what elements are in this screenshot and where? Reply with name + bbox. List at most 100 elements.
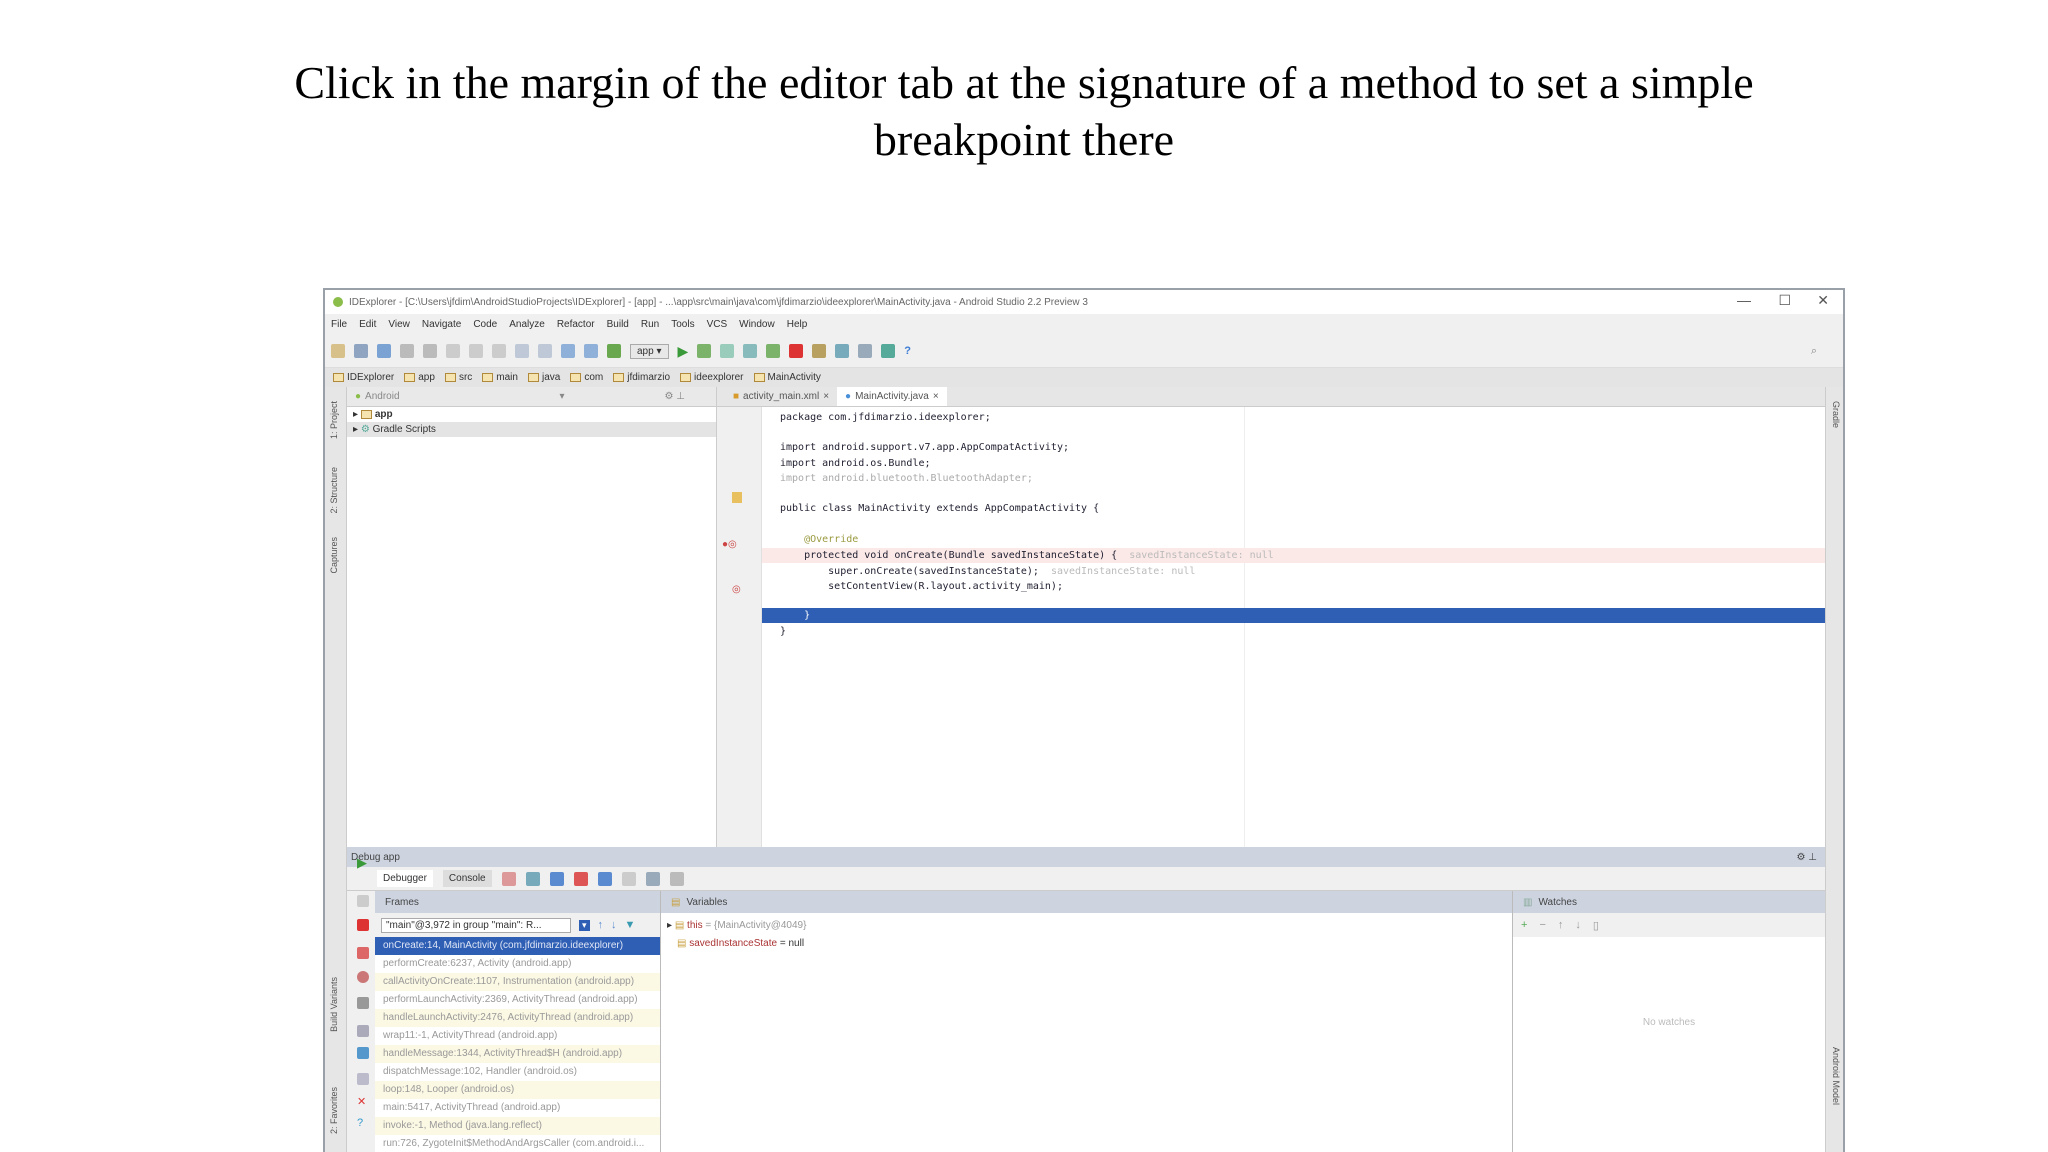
step-over-icon[interactable]	[525, 871, 540, 886]
filter-icon[interactable]: ▼	[625, 919, 636, 931]
run-to-cursor-icon[interactable]	[621, 871, 636, 886]
breadcrumb-item[interactable]: java	[527, 372, 560, 383]
step-into-icon[interactable]	[549, 871, 564, 886]
frame-row[interactable]: performLaunchActivity:2369, ActivityThre…	[375, 991, 660, 1009]
menu-code[interactable]: Code	[473, 319, 497, 330]
redo-icon[interactable]	[423, 344, 437, 358]
menu-window[interactable]: Window	[739, 319, 775, 330]
menu-navigate[interactable]: Navigate	[422, 319, 461, 330]
evaluate-expression-icon[interactable]	[645, 871, 660, 886]
frame-row[interactable]: handleMessage:1344, ActivityThread$H (an…	[375, 1045, 660, 1063]
mute-breakpoints-icon[interactable]	[357, 971, 369, 983]
frame-row[interactable]: onCreate:14, MainActivity (com.jfdimarzi…	[375, 937, 660, 955]
back-icon[interactable]	[561, 344, 575, 358]
breadcrumb-item[interactable]: src	[444, 372, 472, 383]
project-tool-tab[interactable]: 1: Project	[329, 401, 339, 439]
sync-icon[interactable]	[377, 344, 391, 358]
save-icon[interactable]	[354, 344, 368, 358]
panel-settings-icon[interactable]: ⚙ ⊥	[665, 391, 685, 402]
run-icon[interactable]: ▶	[678, 343, 689, 360]
search-icon[interactable]: ⌕	[1811, 345, 1817, 358]
breadcrumb-item[interactable]: jfdimarzio	[613, 372, 670, 383]
menu-edit[interactable]: Edit	[359, 319, 376, 330]
undo-icon[interactable]	[400, 344, 414, 358]
variable-row[interactable]: ▸ ▤ this = {MainActivity@4049}	[667, 917, 1506, 935]
move-down-icon[interactable]: ↓	[1575, 919, 1581, 931]
breadcrumb-item[interactable]: ideexplorer	[680, 372, 744, 383]
frame-row[interactable]: loop:148, Looper (android.os)	[375, 1081, 660, 1099]
help-icon[interactable]: ?	[357, 1117, 369, 1129]
menu-vcs[interactable]: VCS	[707, 319, 728, 330]
frame-row[interactable]: dispatchMessage:102, Handler (android.os…	[375, 1063, 660, 1081]
stop-icon[interactable]	[789, 344, 804, 358]
frame-row[interactable]: callActivityOnCreate:1107, Instrumentati…	[375, 973, 660, 991]
breakpoint-icon[interactable]: ●◎	[722, 539, 737, 550]
menu-analyze[interactable]: Analyze	[509, 319, 545, 330]
device-monitor-icon[interactable]	[858, 344, 873, 358]
resume-icon[interactable]: ▶	[357, 855, 369, 870]
menu-tools[interactable]: Tools	[671, 319, 694, 330]
frame-row[interactable]: main:5417, ActivityThread (android.app)	[375, 1099, 660, 1117]
menu-view[interactable]: View	[388, 319, 410, 330]
thread-dropdown-icon[interactable]: ▾	[579, 919, 590, 931]
breadcrumb-item[interactable]: app	[404, 372, 435, 383]
pin-icon[interactable]	[357, 1073, 369, 1085]
apply-changes-icon[interactable]	[697, 344, 712, 358]
variable-row[interactable]: ▤ savedInstanceState = null	[667, 935, 1506, 953]
build-variants-tool-tab[interactable]: Build Variants	[329, 977, 339, 1032]
debug-icon[interactable]	[720, 344, 735, 358]
remove-watch-icon[interactable]: −	[1539, 919, 1545, 931]
copy-icon[interactable]	[469, 344, 483, 358]
menu-build[interactable]: Build	[607, 319, 629, 330]
debug-settings-icon[interactable]: ⚙ ⊥	[1797, 852, 1817, 863]
menu-run[interactable]: Run	[641, 319, 659, 330]
frame-row[interactable]: wrap11:-1, ActivityThread (android.app)	[375, 1027, 660, 1045]
breakpoint-icon[interactable]: ◎	[732, 584, 741, 595]
sdk-manager-icon[interactable]	[835, 344, 850, 358]
avd-manager-icon[interactable]	[812, 344, 827, 358]
maximize-button[interactable]: ☐	[1778, 292, 1791, 309]
tab-activity-main-xml[interactable]: ■ activity_main.xml ×	[725, 387, 837, 406]
restore-layout-icon[interactable]	[669, 871, 684, 886]
frame-row[interactable]: performCreate:6237, Activity (android.ap…	[375, 955, 660, 973]
gradle-tool-tab[interactable]: Gradle	[1831, 401, 1841, 428]
pause-icon[interactable]	[357, 895, 369, 907]
breadcrumb-item[interactable]: main	[482, 372, 518, 383]
move-up-icon[interactable]: ↑	[1558, 919, 1564, 931]
get-thread-dump-icon[interactable]	[357, 997, 369, 1009]
paste-icon[interactable]	[492, 344, 506, 358]
open-icon[interactable]	[331, 344, 345, 358]
close-icon[interactable]: ✕	[357, 1095, 369, 1108]
frame-row[interactable]: invoke:-1, Method (java.lang.reflect)	[375, 1117, 660, 1135]
frame-row[interactable]: run:726, ZygoteInit$MethodAndArgsCaller …	[375, 1135, 660, 1152]
breadcrumb-item[interactable]: MainActivity	[753, 372, 821, 383]
attach-debugger-icon[interactable]	[743, 344, 758, 358]
captures-tool-tab[interactable]: Captures	[329, 537, 339, 574]
structure-tool-tab[interactable]: 2: Structure	[329, 467, 339, 514]
stop-icon[interactable]	[357, 919, 369, 931]
menu-refactor[interactable]: Refactor	[557, 319, 595, 330]
replace-icon[interactable]	[538, 344, 552, 358]
show-execution-point-icon[interactable]	[501, 871, 516, 886]
run-config-select[interactable]: app ▾	[630, 343, 669, 359]
close-button[interactable]: ✕	[1817, 292, 1829, 309]
help-icon[interactable]: ?	[904, 345, 911, 357]
up-icon[interactable]: ↑	[598, 919, 604, 931]
make-icon[interactable]	[607, 344, 621, 358]
thread-select[interactable]: "main"@3,972 in group "main": R...	[381, 917, 571, 933]
project-view-select[interactable]: ● Android ▾ ⚙ ⊥	[347, 387, 716, 407]
force-step-into-icon[interactable]	[573, 871, 588, 886]
code-editor[interactable]: package com.jfdimarzio.ideexplorer; impo…	[762, 407, 1825, 847]
menu-file[interactable]: File	[331, 319, 347, 330]
tab-console[interactable]: Console	[442, 870, 492, 887]
cut-icon[interactable]	[446, 344, 460, 358]
tab-main-activity-java[interactable]: ● MainActivity.java ×	[837, 387, 947, 406]
tree-item-gradle-scripts[interactable]: ▸ ⚙ Gradle Scripts	[347, 422, 716, 437]
breadcrumb-item[interactable]: com	[570, 372, 603, 383]
breadcrumb-item[interactable]: IDExplorer	[333, 372, 394, 383]
tree-item-app[interactable]: ▸ app	[347, 407, 716, 422]
android-icon[interactable]	[881, 344, 896, 358]
android-model-tool-tab[interactable]: Android Model	[1831, 1047, 1841, 1105]
forward-icon[interactable]	[584, 344, 598, 358]
tab-debugger[interactable]: Debugger	[377, 870, 433, 887]
